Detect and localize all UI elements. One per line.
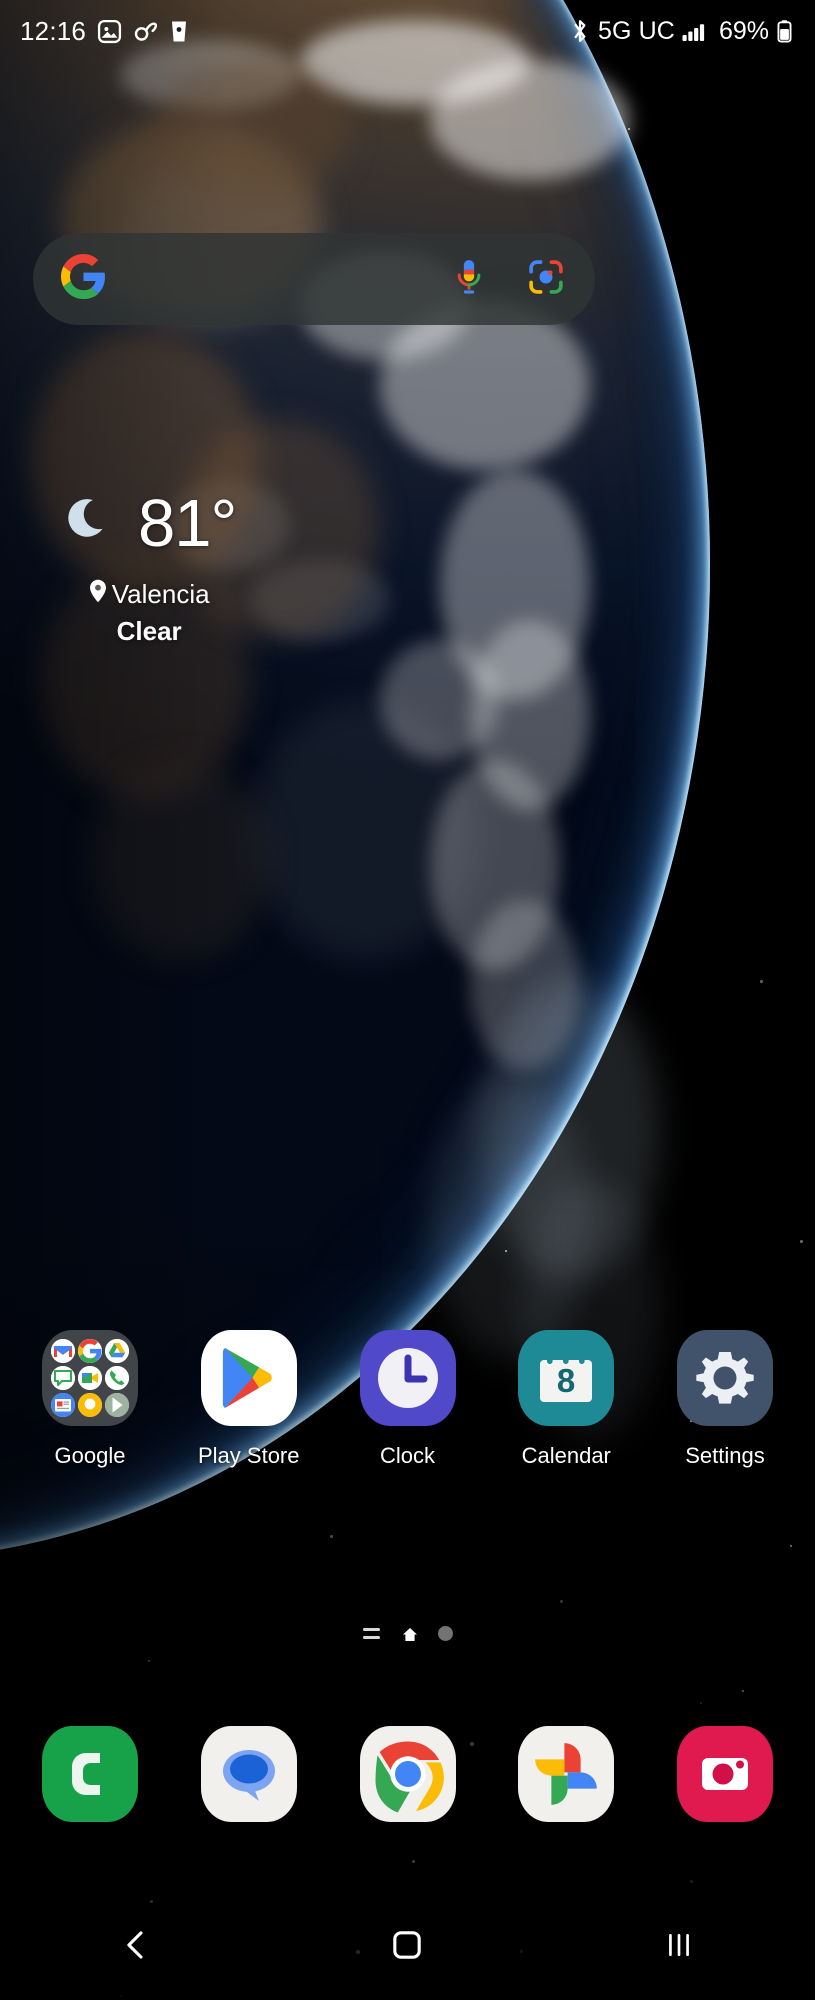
app-clock[interactable]: Clock [346, 1330, 470, 1469]
weather-location-row: Valencia [62, 579, 236, 610]
page-indicator [0, 1626, 815, 1641]
weather-main-row: 81° [62, 490, 236, 557]
google-lens-icon[interactable] [527, 258, 565, 301]
google-photos-icon[interactable] [518, 1726, 614, 1822]
app-label: Google [55, 1443, 126, 1469]
app-label: Calendar [522, 1443, 611, 1469]
google-play-icon [105, 1393, 129, 1417]
microphone-icon[interactable] [451, 257, 487, 302]
camera-icon[interactable] [677, 1726, 773, 1822]
battery-percent: 69% [719, 17, 769, 46]
app-calendar[interactable]: 8 Calendar [504, 1330, 628, 1469]
google-news-icon [51, 1393, 75, 1417]
calendar-icon[interactable]: 8 [518, 1330, 614, 1426]
app-settings[interactable]: Settings [663, 1330, 787, 1469]
page-dot-icon[interactable] [438, 1626, 453, 1641]
dock-item-phone[interactable] [28, 1726, 152, 1822]
status-bar-left: 12:16 [20, 16, 188, 47]
google-assistant-icon [78, 1393, 102, 1417]
battery-icon [776, 19, 793, 44]
calendar-day-number: 8 [557, 1362, 575, 1399]
weather-temperature: 81° [138, 490, 236, 557]
back-chevron-icon[interactable] [76, 1905, 196, 1985]
google-g-icon [61, 254, 106, 304]
dock-item-chrome[interactable] [346, 1726, 470, 1822]
phone-icon[interactable] [42, 1726, 138, 1822]
app-play-store[interactable]: Play Store [187, 1330, 311, 1469]
navigation-bar [0, 1890, 815, 2000]
location-pin-icon [89, 579, 107, 610]
app-label: Clock [380, 1443, 435, 1469]
app-label: Settings [685, 1443, 765, 1469]
dock-item-photos[interactable] [504, 1726, 628, 1822]
coffee-cup-icon [170, 19, 188, 44]
google-search-icon [78, 1339, 102, 1363]
home-page-icon[interactable] [402, 1627, 416, 1640]
chrome-icon[interactable] [360, 1726, 456, 1822]
app-list-icon[interactable] [363, 1628, 380, 1639]
dock-item-messages[interactable] [187, 1726, 311, 1822]
weather-widget[interactable]: 81° Valencia Clear [62, 490, 236, 647]
play-store-icon[interactable] [201, 1330, 297, 1426]
status-clock: 12:16 [20, 16, 86, 47]
messages-icon[interactable] [201, 1726, 297, 1822]
weather-location-label: Valencia [112, 579, 210, 610]
app-google-folder[interactable]: Google [28, 1330, 152, 1469]
app-grid-row: Google Play Store Clock 8 Calendar Setti… [0, 1330, 815, 1469]
status-bar-right: 5G UC 69% [569, 17, 793, 46]
status-bar[interactable]: 12:16 5G UC 69% [0, 0, 815, 62]
google-meet-icon [78, 1366, 102, 1390]
link-icon [133, 19, 159, 44]
dock-bar [0, 1726, 815, 1822]
gmail-icon [51, 1339, 75, 1363]
google-search-bar[interactable] [33, 233, 595, 325]
signal-bars-icon [682, 19, 709, 43]
search-actions [451, 257, 565, 302]
crescent-moon-icon [62, 492, 120, 555]
dock-item-camera[interactable] [663, 1726, 787, 1822]
google-chat-icon [51, 1366, 75, 1390]
image-icon [97, 19, 122, 44]
home-square-icon[interactable] [347, 1905, 467, 1985]
recents-bars-icon[interactable] [619, 1905, 739, 1985]
folder-preview-grid [42, 1330, 138, 1426]
search-input[interactable] [106, 233, 451, 325]
google-folder-icon[interactable] [42, 1330, 138, 1426]
clock-icon[interactable] [360, 1330, 456, 1426]
app-label: Play Store [198, 1443, 300, 1469]
network-label: 5G UC [598, 17, 675, 46]
bluetooth-icon [569, 18, 591, 44]
google-phone-icon [105, 1366, 129, 1390]
settings-gear-icon[interactable] [677, 1330, 773, 1426]
home-screen: 12:16 5G UC 69% 81° Valencia Clear Googl… [0, 0, 815, 2000]
weather-condition-label: Clear [62, 616, 236, 647]
google-drive-icon [105, 1339, 129, 1363]
